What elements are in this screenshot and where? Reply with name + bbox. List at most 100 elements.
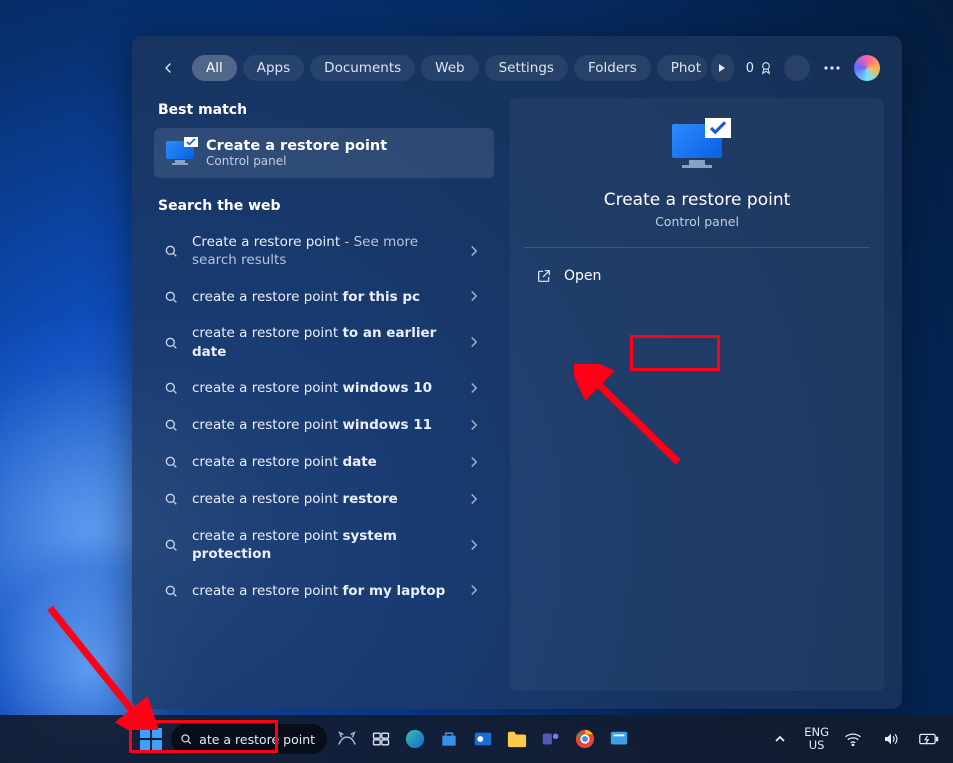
chevron-up-icon: [774, 733, 786, 745]
search-icon: [160, 417, 182, 433]
chrome-icon: [574, 728, 596, 750]
taskbar-app-generic[interactable]: [605, 725, 633, 753]
filter-pill-documents[interactable]: Documents: [310, 55, 415, 81]
taskbar-app-taskview[interactable]: [367, 725, 395, 753]
search-icon: [160, 491, 182, 507]
web-result[interactable]: create a restore point system protection: [154, 518, 494, 572]
language-indicator[interactable]: ENG US: [804, 726, 829, 751]
tray-wifi[interactable]: [839, 725, 867, 753]
web-result[interactable]: create a restore point windows 11: [154, 407, 494, 444]
taskbar-search[interactable]: ate a restore point: [171, 724, 327, 754]
web-result-text: Create a restore point - See more search…: [192, 233, 460, 269]
taskbar-center: ate a restore point: [10, 724, 760, 754]
taskbar-app-weather[interactable]: [333, 725, 361, 753]
web-result[interactable]: create a restore point for my laptop: [154, 572, 494, 609]
control-panel-icon: [669, 124, 725, 172]
taskview-icon: [371, 729, 391, 749]
web-result[interactable]: create a restore point windows 10: [154, 370, 494, 407]
edge-icon: [404, 728, 426, 750]
panel-header: All Apps Documents Web Settings Folders …: [132, 36, 902, 92]
chevron-right-icon: [470, 379, 484, 398]
search-icon: [160, 537, 182, 553]
search-web-label: Search the web: [158, 198, 490, 214]
web-result-text: create a restore point date: [192, 453, 460, 471]
tray-volume[interactable]: [877, 725, 905, 753]
detail-title: Create a restore point: [604, 190, 791, 210]
detail-subtitle: Control panel: [655, 214, 739, 229]
windows-logo-icon: [140, 728, 162, 750]
tray-overflow[interactable]: [766, 725, 794, 753]
wolf-icon: [336, 728, 358, 750]
play-icon: [717, 63, 727, 73]
open-label: Open: [564, 268, 601, 284]
filter-pill-web[interactable]: Web: [421, 55, 478, 81]
open-external-icon: [536, 268, 552, 284]
web-result-text: create a restore point windows 11: [192, 416, 460, 434]
search-icon: [160, 454, 182, 470]
filter-pill-folders[interactable]: Folders: [574, 55, 651, 81]
back-button[interactable]: [154, 54, 182, 82]
outlook-icon: [472, 728, 494, 750]
panel-body: Best match Create a restore point Contro…: [132, 92, 902, 709]
control-panel-icon: [166, 141, 194, 165]
taskbar: ate a restore point: [0, 715, 953, 763]
more-options-button[interactable]: [820, 56, 844, 80]
search-icon: [160, 380, 182, 396]
chevron-right-icon: [470, 416, 484, 435]
chevron-right-icon: [470, 287, 484, 306]
divider: [524, 247, 870, 248]
web-results-list: Create a restore point - See more search…: [154, 224, 494, 609]
arrow-left-icon: [160, 60, 176, 76]
store-icon: [439, 729, 459, 749]
taskbar-app-edge[interactable]: [401, 725, 429, 753]
detail-pane: Create a restore point Control panel Ope…: [510, 98, 884, 691]
filter-pill-photos[interactable]: Phot: [657, 55, 707, 81]
web-result[interactable]: create a restore point to an earlier dat…: [154, 315, 494, 369]
chevron-right-icon: [470, 536, 484, 555]
chevron-right-icon: [470, 581, 484, 600]
taskbar-app-store[interactable]: [435, 725, 463, 753]
web-result[interactable]: create a restore point restore: [154, 481, 494, 518]
medal-icon: [758, 60, 774, 76]
check-icon: [186, 138, 196, 146]
chevron-right-icon: [470, 242, 484, 261]
copilot-button[interactable]: [854, 55, 880, 81]
search-icon: [179, 732, 193, 746]
best-match-subtitle: Control panel: [206, 154, 387, 168]
filter-pill-overflow[interactable]: [711, 54, 734, 82]
taskbar-app-outlook[interactable]: [469, 725, 497, 753]
taskbar-app-chrome[interactable]: [571, 725, 599, 753]
folder-icon: [506, 729, 528, 749]
check-icon: [709, 121, 727, 135]
speaker-icon: [883, 732, 899, 746]
search-results-panel: All Apps Documents Web Settings Folders …: [132, 36, 902, 709]
web-result-text: create a restore point restore: [192, 490, 460, 508]
web-result[interactable]: create a restore point for this pc: [154, 278, 494, 315]
web-result-text: create a restore point for this pc: [192, 288, 460, 306]
taskbar-app-teams[interactable]: [537, 725, 565, 753]
web-result-text: create a restore point for my laptop: [192, 582, 460, 600]
app-icon: [608, 729, 630, 749]
best-match-title: Create a restore point: [206, 138, 387, 154]
filter-pill-settings[interactable]: Settings: [485, 55, 568, 81]
taskbar-search-text: ate a restore point: [199, 732, 315, 747]
best-match-result[interactable]: Create a restore point Control panel: [154, 128, 494, 178]
search-icon: [160, 289, 182, 305]
account-button[interactable]: [784, 55, 810, 81]
search-icon: [160, 243, 182, 259]
taskbar-app-explorer[interactable]: [503, 725, 531, 753]
tray-battery[interactable]: [915, 725, 943, 753]
rewards-points: 0: [746, 61, 754, 76]
best-match-label: Best match: [158, 102, 490, 118]
web-result[interactable]: create a restore point date: [154, 444, 494, 481]
search-icon: [160, 335, 182, 351]
start-button[interactable]: [137, 725, 165, 753]
web-result[interactable]: Create a restore point - See more search…: [154, 224, 494, 278]
wifi-icon: [844, 732, 862, 746]
open-button[interactable]: Open: [524, 258, 870, 294]
header-actions: 0: [746, 55, 880, 81]
filter-pill-apps[interactable]: Apps: [243, 55, 304, 81]
filter-pill-all[interactable]: All: [192, 55, 237, 81]
web-result-text: create a restore point system protection: [192, 527, 460, 563]
rewards-indicator[interactable]: 0: [746, 60, 774, 76]
